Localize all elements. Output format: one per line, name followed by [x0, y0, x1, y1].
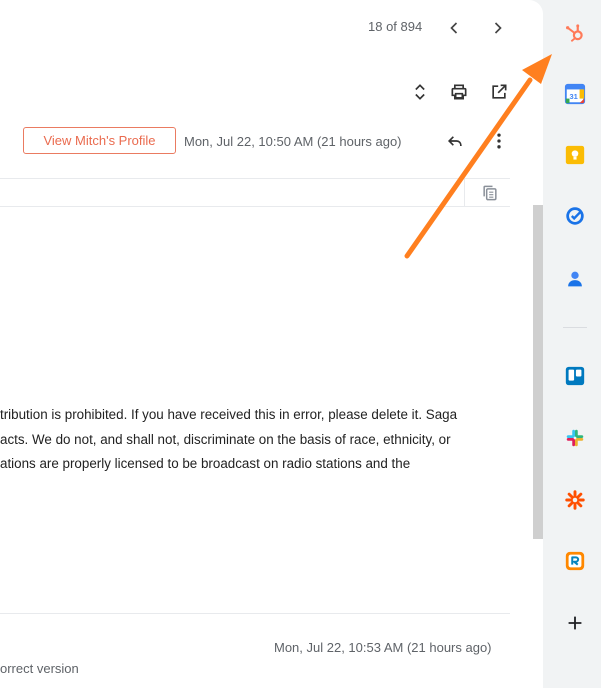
reply-button[interactable] [443, 129, 467, 153]
unfold-icon [415, 84, 425, 100]
more-vert-icon [497, 133, 501, 149]
trello-icon [565, 366, 585, 386]
google-calendar-app[interactable]: 31 [564, 83, 586, 105]
add-icon [568, 616, 582, 630]
reply-icon [447, 136, 462, 146]
scrollbar-thumb[interactable] [533, 205, 543, 539]
header-divider-top [0, 178, 510, 179]
print-button[interactable] [447, 80, 471, 104]
chevron-right-icon [494, 22, 502, 34]
copy-divider [464, 179, 465, 206]
next-email-button[interactable] [486, 16, 510, 40]
trello-app[interactable] [564, 365, 586, 387]
copy-icon [483, 185, 497, 201]
chevron-left-icon [450, 22, 458, 34]
expand-all-button[interactable] [408, 80, 432, 104]
pagination-count: 18 of 894 [368, 19, 423, 34]
message-divider [0, 613, 510, 614]
google-keep-icon [565, 145, 585, 165]
open-in-new-icon [492, 84, 507, 99]
hubspot-app[interactable] [564, 22, 586, 44]
google-calendar-icon: 31 [564, 83, 586, 105]
view-profile-button[interactable]: View Mitch's Profile [23, 127, 176, 154]
print-icon [451, 84, 467, 100]
next-message-datetime: Mon, Jul 22, 10:53 AM (21 hours ago) [274, 640, 492, 655]
sidebar-separator [563, 327, 587, 328]
google-keep-app[interactable] [564, 144, 586, 166]
calendar-date: 31 [569, 92, 577, 101]
body-line: ations are properly licensed to be broad… [0, 456, 411, 471]
body-line: tribution is prohibited. If you have rec… [0, 407, 458, 422]
email-reading-pane: 18 of 894 View Mitch's Profile Mon, Jul … [0, 0, 543, 688]
open-new-window-button[interactable] [487, 80, 511, 104]
google-contacts-icon [568, 271, 582, 287]
message-body: tribution is prohibited. If you have rec… [0, 403, 457, 477]
zapier-icon [565, 490, 585, 510]
message-datetime: Mon, Jul 22, 10:50 AM (21 hours ago) [184, 134, 402, 149]
add-app-button[interactable] [564, 612, 586, 634]
google-contacts-app[interactable] [564, 268, 586, 290]
google-tasks-app[interactable] [564, 205, 586, 227]
slack-icon [566, 429, 584, 447]
hubspot-icon [566, 24, 583, 42]
header-divider-bottom [0, 206, 510, 207]
next-message-snippet[interactable]: orrect version [0, 661, 79, 676]
side-panel: 31 [543, 0, 601, 688]
slack-app[interactable] [564, 427, 586, 449]
copy-button[interactable] [478, 181, 502, 205]
ringcentral-app[interactable] [564, 550, 586, 572]
prev-email-button[interactable] [442, 16, 466, 40]
zapier-app[interactable] [564, 489, 586, 511]
google-tasks-icon [566, 207, 584, 225]
body-line: acts. We do not, and shall not, discrimi… [0, 431, 451, 447]
more-options-button[interactable] [487, 129, 511, 153]
ringcentral-icon [565, 551, 585, 571]
